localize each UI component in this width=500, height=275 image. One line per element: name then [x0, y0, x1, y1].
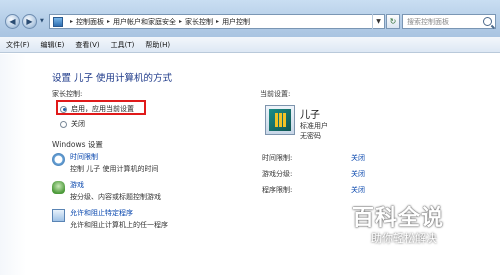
radio-off[interactable]: 关闭	[60, 119, 85, 129]
programs-desc: 允许和阻止计算机上的任一程序	[70, 221, 168, 229]
menu-bar: 文件(F) 编辑(E) 查看(V) 工具(T) 帮助(H)	[0, 37, 500, 53]
user-type: 标准用户	[300, 122, 328, 130]
menu-help[interactable]: 帮助(H)	[145, 40, 170, 50]
program-list-icon	[52, 209, 65, 222]
breadcrumb-parental-controls[interactable]: 家长控制	[185, 17, 213, 27]
watermark-title: 百科全说	[352, 206, 445, 231]
program-limits-status-label: 程序限制:	[262, 186, 293, 194]
radio-selected-icon[interactable]	[60, 105, 67, 113]
current-settings-label: 当前设置:	[260, 90, 291, 98]
games-link[interactable]: 游戏	[70, 180, 161, 190]
avatar	[265, 105, 295, 135]
user-picture-icon	[269, 109, 291, 131]
menu-edit[interactable]: 编辑(E)	[41, 40, 65, 50]
breadcrumb-user-controls[interactable]: 用户控制	[222, 17, 250, 27]
refresh-icon[interactable]: ↻	[386, 14, 400, 29]
time-limits-link[interactable]: 时间限制	[70, 152, 158, 162]
menu-view[interactable]: 查看(V)	[75, 40, 99, 50]
menu-tools[interactable]: 工具(T)	[111, 40, 135, 50]
setting-time-limits: 时间限制 控制 儿子 使用计算机的时间	[52, 152, 158, 174]
time-limits-desc: 控制 儿子 使用计算机的时间	[70, 165, 159, 173]
games-desc: 按分级、内容或标题控制游戏	[70, 193, 161, 201]
windows-settings-label: Windows 设置	[52, 140, 103, 149]
chevron-right-icon[interactable]: ▸	[70, 18, 73, 25]
left-pane	[0, 54, 26, 275]
search-placeholder: 搜索控制面板	[407, 17, 449, 26]
clock-icon	[52, 153, 65, 166]
radio-enable[interactable]: 启用，应用当前设置	[60, 104, 134, 114]
radio-off-label[interactable]: 关闭	[71, 119, 85, 129]
setting-games: 游戏 按分级、内容或标题控制游戏	[52, 180, 161, 202]
chevron-right-icon[interactable]: ▸	[216, 18, 219, 25]
programs-link[interactable]: 允许和阻止特定程序	[70, 208, 168, 218]
game-ratings-status-value: 关闭	[351, 170, 365, 178]
control-panel-icon	[53, 16, 63, 27]
search-icon[interactable]	[483, 17, 492, 26]
radio-unselected-icon[interactable]	[60, 120, 67, 128]
program-limits-status-value: 关闭	[351, 186, 365, 194]
breadcrumb-user-accounts[interactable]: 用户帐户和家庭安全	[113, 17, 176, 27]
address-bar[interactable]: ▸ 控制面板 ▸ 用户帐户和家庭安全 ▸ 家长控制 ▸ 用户控制	[49, 14, 385, 29]
watermark-subtitle: 助你轻松解决	[371, 232, 437, 245]
address-dropdown-icon[interactable]: ▼	[372, 14, 384, 29]
radio-enable-label[interactable]: 启用，应用当前设置	[71, 104, 134, 114]
setting-programs: 允许和阻止特定程序 允许和阻止计算机上的任一程序	[52, 208, 168, 230]
back-button[interactable]: ◀	[5, 14, 20, 29]
time-limits-status-value: 关闭	[351, 154, 365, 162]
chevron-right-icon[interactable]: ▸	[107, 18, 110, 25]
breadcrumb-control-panel[interactable]: 控制面板	[76, 17, 104, 27]
recent-pages-dropdown[interactable]: ▼	[40, 18, 46, 24]
game-ratings-status-label: 游戏分级:	[262, 170, 293, 178]
page-title: 设置 儿子 使用计算机的方式	[52, 73, 173, 84]
chevron-right-icon[interactable]: ▸	[179, 18, 182, 25]
parental-controls-label: 家长控制:	[52, 90, 83, 98]
user-password-status: 无密码	[300, 132, 321, 140]
search-input[interactable]: 搜索控制面板	[402, 14, 496, 29]
user-name: 儿子	[300, 110, 320, 121]
menu-file[interactable]: 文件(F)	[6, 40, 30, 50]
time-limits-status-label: 时间限制:	[262, 154, 293, 162]
game-controller-icon	[52, 181, 65, 194]
forward-button[interactable]: ▶	[22, 14, 37, 29]
